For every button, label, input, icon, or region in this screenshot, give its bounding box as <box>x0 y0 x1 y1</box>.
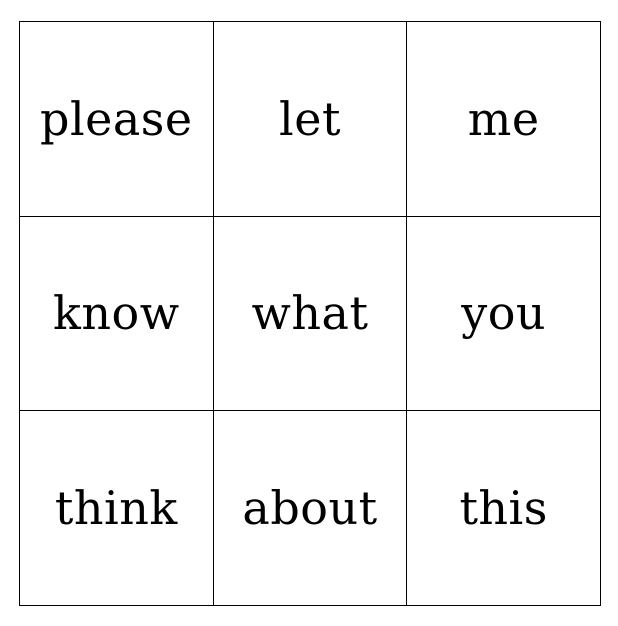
cell-word: what <box>251 286 369 341</box>
grid-cell: let <box>213 22 408 217</box>
cell-word: this <box>459 481 548 536</box>
grid-cell: you <box>407 216 601 412</box>
cell-word: let <box>279 91 341 146</box>
grid-cell: know <box>20 216 214 412</box>
cell-word: you <box>461 286 547 341</box>
cell-word: me <box>467 91 540 146</box>
word-grid: please let me know what you think about … <box>19 21 601 606</box>
grid-cell: this <box>407 411 601 606</box>
cell-word: know <box>53 286 180 341</box>
grid-cell: think <box>20 411 214 606</box>
grid-cell: please <box>20 22 214 217</box>
cell-word: please <box>40 91 193 146</box>
cell-word: about <box>242 481 378 536</box>
grid-cell: about <box>213 411 408 606</box>
cell-word: think <box>54 481 178 536</box>
grid-cell: me <box>407 22 601 217</box>
grid-cell: what <box>213 216 408 412</box>
